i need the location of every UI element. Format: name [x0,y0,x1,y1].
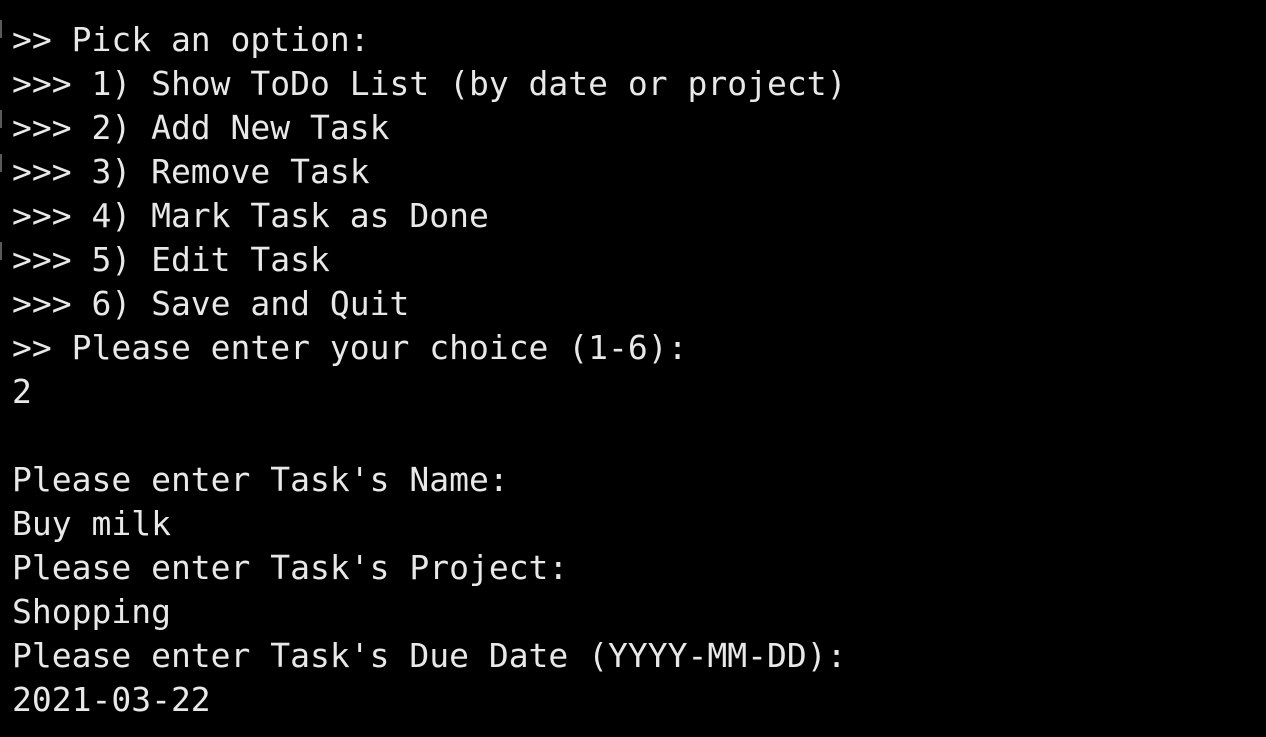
gutter-marker [0,242,2,260]
menu-option-show-list: >>> 1) Show ToDo List (by date or projec… [12,64,847,103]
menu-option-remove-task: >>> 3) Remove Task [12,152,370,191]
terminal-window[interactable]: >> Pick an option: >>> 1) Show ToDo List… [0,0,1266,737]
user-input-task-project: Shopping [12,592,171,631]
gutter-marker [0,110,2,128]
menu-option-add-task: >>> 2) Add New Task [12,108,390,147]
gutter-marker [0,20,2,38]
gutter-marker [0,154,2,172]
terminal-output: >> Pick an option: >>> 1) Show ToDo List… [12,18,1252,722]
user-input-task-due-date[interactable]: 2021-03-22 [12,678,1252,722]
prompt-enter-choice: >> Please enter your choice (1-6): [12,328,688,367]
prompt-task-due-date: Please enter Task's Due Date (YYYY-MM-DD… [12,636,847,675]
prompt-task-project: Please enter Task's Project: [12,548,569,587]
terminal-gutter [0,0,2,737]
user-input-task-name: Buy milk [12,504,171,543]
user-input-choice: 2 [12,372,32,411]
menu-option-mark-done: >>> 4) Mark Task as Done [12,196,489,235]
menu-option-save-quit: >>> 6) Save and Quit [12,284,410,323]
prompt-pick-option: >> Pick an option: [12,20,370,59]
prompt-task-name: Please enter Task's Name: [12,460,509,499]
menu-option-edit-task: >>> 5) Edit Task [12,240,330,279]
